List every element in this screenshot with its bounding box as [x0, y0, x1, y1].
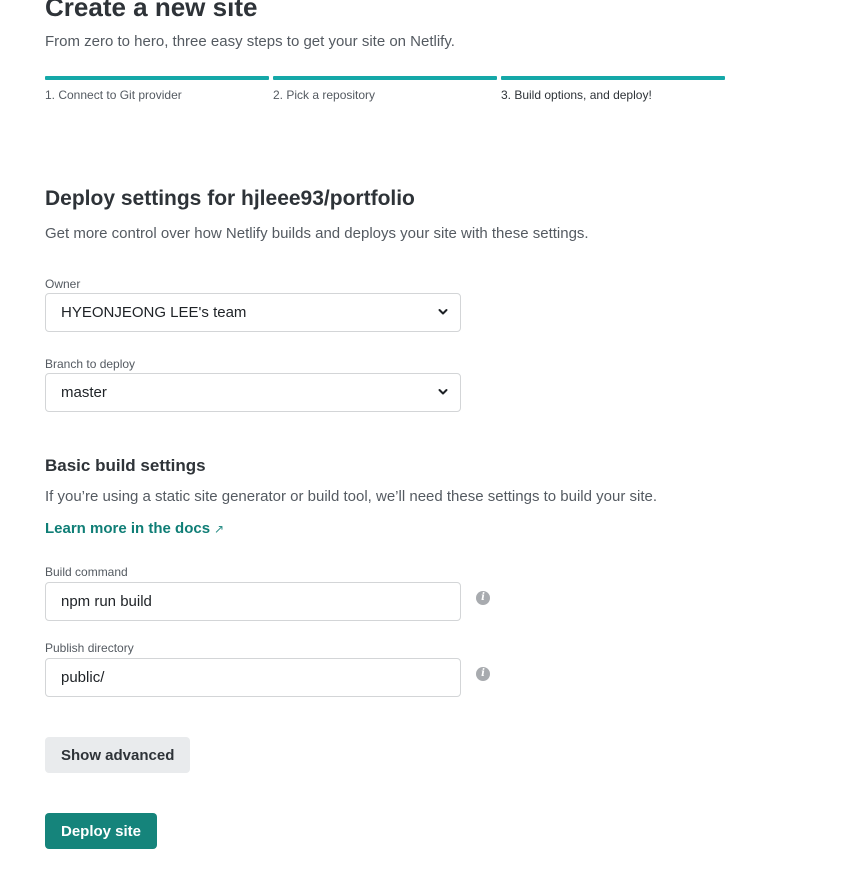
step-label: 1. Connect to Git provider: [45, 88, 182, 102]
page-subtitle: From zero to hero, three easy steps to g…: [45, 33, 455, 50]
step-label: 3. Build options, and deploy!: [501, 88, 652, 102]
info-icon[interactable]: i: [476, 667, 490, 681]
owner-selected-value: HYEONJEONG LEE's team: [61, 304, 247, 321]
page-title: Create a new site: [45, 0, 258, 22]
deploy-settings-description: Get more control over how Netlify builds…: [45, 225, 589, 242]
step-build-deploy: 3. Build options, and deploy!: [501, 76, 725, 102]
owner-label: Owner: [45, 277, 81, 291]
branch-selected-value: master: [61, 384, 107, 401]
step-bar: [501, 76, 725, 80]
step-label: 2. Pick a repository: [273, 88, 376, 102]
basic-build-settings-title: Basic build settings: [45, 456, 206, 475]
deploy-settings-title: Deploy settings for hjleee93/portfolio: [45, 187, 415, 210]
external-link-icon: ↗: [214, 522, 225, 536]
publish-directory-label: Publish directory: [45, 641, 134, 655]
step-pick-repository: 2. Pick a repository: [273, 76, 497, 102]
learn-more-docs-link[interactable]: Learn more in the docs ↗: [45, 520, 224, 537]
docs-link-label: Learn more in the docs: [45, 520, 211, 537]
deploy-site-button[interactable]: Deploy site: [45, 813, 158, 849]
publish-directory-value: public/: [61, 669, 105, 686]
step-bar: [45, 76, 269, 80]
build-command-value: npm run build: [61, 593, 152, 610]
progress-steps: 1. Connect to Git provider 2. Pick a rep…: [45, 76, 725, 106]
info-icon[interactable]: i: [476, 591, 490, 605]
chevron-down-icon: [438, 309, 448, 315]
branch-label: Branch to deploy: [45, 357, 136, 371]
show-advanced-button[interactable]: Show advanced: [45, 737, 191, 773]
basic-build-settings-description: If you’re using a static site generator …: [45, 488, 658, 505]
step-connect-git: 1. Connect to Git provider: [45, 76, 269, 102]
build-command-input[interactable]: npm run build: [45, 582, 461, 621]
chevron-down-icon: [438, 389, 448, 395]
step-bar: [273, 76, 497, 80]
publish-directory-input[interactable]: public/: [45, 658, 461, 697]
build-command-label: Build command: [45, 565, 128, 579]
branch-select[interactable]: master: [45, 373, 461, 412]
owner-select[interactable]: HYEONJEONG LEE's team: [45, 293, 461, 332]
